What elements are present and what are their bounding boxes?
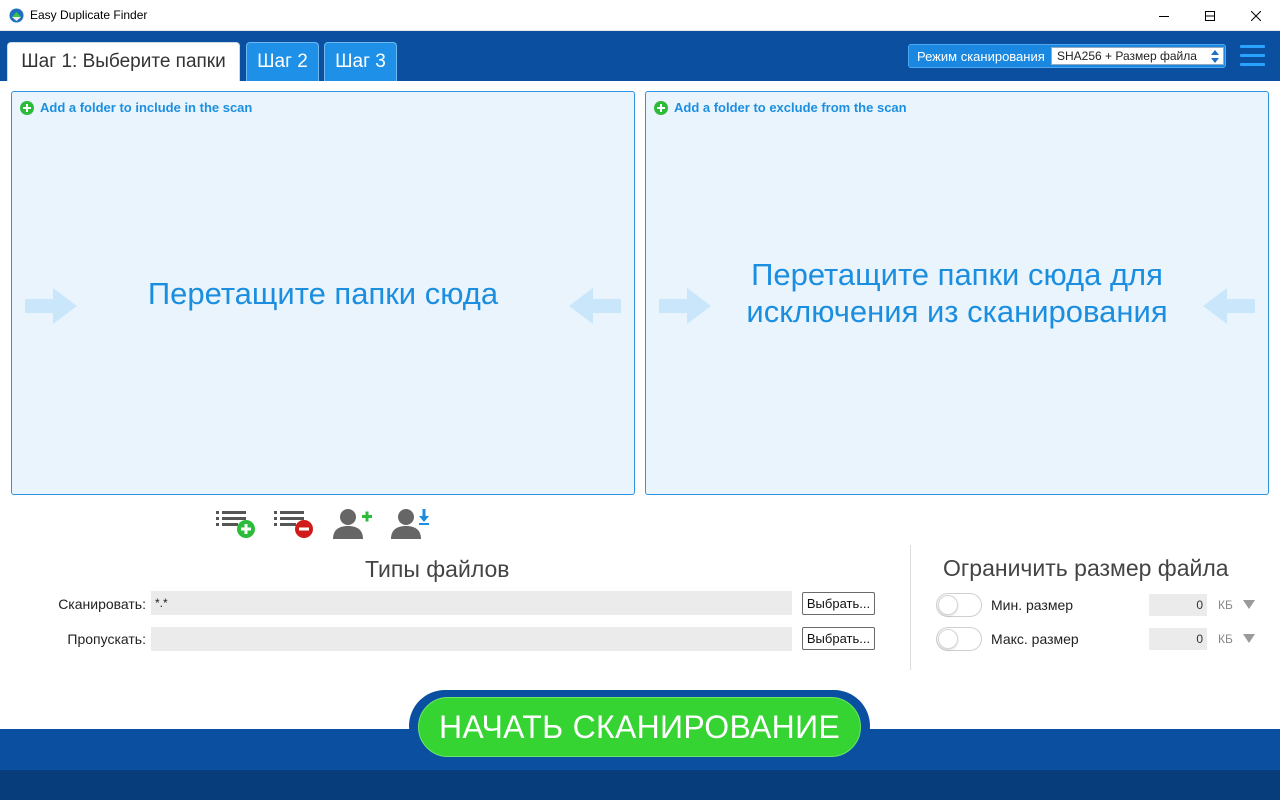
max-size-toggle[interactable] [936,627,982,651]
skip-types-input[interactable] [151,627,792,651]
tab-step-2[interactable]: Шаг 2 [246,42,319,81]
section-divider [910,545,911,670]
header-bar: Шаг 1: Выберите папки Шаг 2 Шаг 3 Режим … [0,31,1280,81]
window-title: Easy Duplicate Finder [30,8,148,22]
list-add-icon[interactable] [214,505,258,541]
size-limit-title: Ограничить размер файла [943,555,1229,581]
scan-mode-value: SHA256 + Размер файла [1057,49,1197,63]
max-size-input[interactable]: 0 [1149,628,1207,650]
status-strip [0,770,1280,800]
max-size-label: Макс. размер [991,631,1079,647]
app-logo-icon [9,8,24,23]
file-types-title: Типы файлов [365,556,510,582]
min-unit-dropdown-icon[interactable] [1243,600,1255,609]
min-size-label: Мин. размер [991,597,1074,613]
hamburger-icon-line [1240,63,1265,66]
list-remove-icon[interactable] [272,505,316,541]
hamburger-icon-line [1240,54,1265,57]
arrow-left-icon [1203,288,1255,324]
arrow-left-icon [569,288,621,324]
plus-circle-icon [654,100,668,115]
minimize-icon [1159,15,1169,17]
menu-button[interactable] [1240,45,1265,67]
max-unit-dropdown-icon[interactable] [1243,634,1255,643]
exclude-drop-zone[interactable]: Add a folder to exclude from the scan Пе… [645,91,1269,495]
min-size-input[interactable]: 0 [1149,594,1207,616]
min-size-unit: КБ [1218,598,1233,612]
scan-label: Сканировать: [58,596,146,612]
include-drop-zone[interactable]: Add a folder to include in the scan Пере… [11,91,635,495]
maximize-icon [1205,10,1215,21]
select-arrows-icon [1211,50,1219,63]
choose-skip-types-button[interactable]: Выбрать... [802,627,875,650]
toggle-knob [938,595,958,615]
scan-types-input[interactable]: *.* [151,591,792,615]
skip-label: Пропускать: [67,631,146,647]
max-size-unit: КБ [1218,632,1233,646]
user-add-icon[interactable] [330,505,374,541]
tab-step-1[interactable]: Шаг 1: Выберите папки [7,42,240,81]
plus-circle-icon [20,100,34,115]
arrow-right-icon [25,288,77,324]
toggle-knob [938,629,958,649]
min-size-toggle[interactable] [936,593,982,617]
maximize-button[interactable] [1187,0,1233,31]
close-icon [1251,10,1261,21]
include-drop-text: Перетащите папки сюда [147,275,499,311]
exclude-drop-text: Перетащите папки сюда для исключения из … [746,257,1168,329]
hamburger-icon [1240,45,1265,48]
scan-mode-label: Режим сканирования [917,49,1045,64]
scan-mode-select[interactable]: SHA256 + Размер файла [1051,47,1224,65]
scan-mode-control: Режим сканирования SHA256 + Размер файла [908,44,1226,68]
minimize-button-2[interactable] [1141,0,1187,31]
start-scan-button[interactable]: НАЧАТЬ СКАНИРОВАНИЕ [418,697,861,757]
tab-step-3[interactable]: Шаг 3 [324,42,397,81]
title-bar: Easy Duplicate Finder [0,0,1280,31]
user-download-icon[interactable] [388,505,432,541]
arrow-right-icon [659,288,711,324]
choose-scan-types-button[interactable]: Выбрать... [802,592,875,615]
close-button[interactable] [1233,0,1279,31]
